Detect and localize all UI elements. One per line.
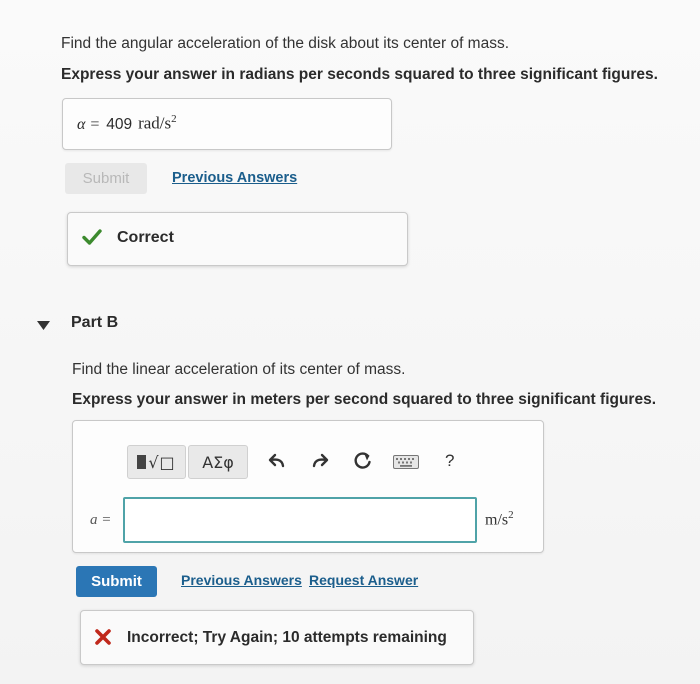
- templates-button[interactable]: √□: [127, 445, 186, 479]
- request-answer-link[interactable]: Request Answer: [309, 572, 418, 588]
- keyboard-icon[interactable]: [393, 455, 419, 474]
- part-b-previous-answers-link[interactable]: Previous Answers: [181, 572, 302, 588]
- part-a-question: Find the angular acceleration of the dis…: [61, 35, 510, 52]
- reset-icon[interactable]: [353, 451, 373, 476]
- help-button[interactable]: ?: [445, 451, 454, 471]
- part-a-submit-button: Submit: [65, 163, 147, 194]
- undo-icon[interactable]: [268, 453, 286, 474]
- part-a-answer-variable: α =: [77, 115, 101, 133]
- x-icon: [95, 629, 111, 650]
- greek-label: ΑΣφ: [202, 452, 234, 472]
- redo-icon[interactable]: [311, 453, 329, 474]
- check-icon: [82, 228, 102, 251]
- part-b-question: Find the linear acceleration of its cent…: [72, 361, 406, 378]
- part-b-submit-button[interactable]: Submit: [76, 566, 157, 597]
- part-a-answer-box: α = 409 rad/s2: [62, 98, 392, 150]
- collapse-triangle-icon[interactable]: [37, 318, 50, 336]
- part-a-instruction: Express your answer in radians per secon…: [61, 66, 658, 83]
- greek-symbols-button[interactable]: ΑΣφ: [188, 445, 248, 479]
- part-b-feedback: Incorrect; Try Again; 10 attempts remain…: [80, 610, 474, 665]
- part-a-previous-answers-link[interactable]: Previous Answers: [172, 170, 297, 186]
- part-b-title[interactable]: Part B: [71, 314, 118, 332]
- part-a-feedback: Correct: [67, 212, 408, 266]
- part-a-answer-value: 409: [106, 115, 133, 133]
- part-b-answer-panel: √□ ΑΣφ ? a = m/s2: [72, 420, 544, 553]
- part-b-answer-unit: m/s2: [485, 509, 514, 529]
- part-a-answer-unit: rad/s2: [138, 113, 177, 133]
- part-a-feedback-text: Correct: [117, 229, 174, 246]
- part-b-answer-variable: a =: [90, 512, 112, 528]
- part-b-instruction: Express your answer in meters per second…: [72, 391, 657, 408]
- part-b-feedback-text: Incorrect; Try Again; 10 attempts remain…: [127, 629, 447, 646]
- template-block-icon: [137, 455, 147, 469]
- templates-label: √□: [148, 452, 176, 472]
- part-b-answer-input[interactable]: [123, 497, 477, 543]
